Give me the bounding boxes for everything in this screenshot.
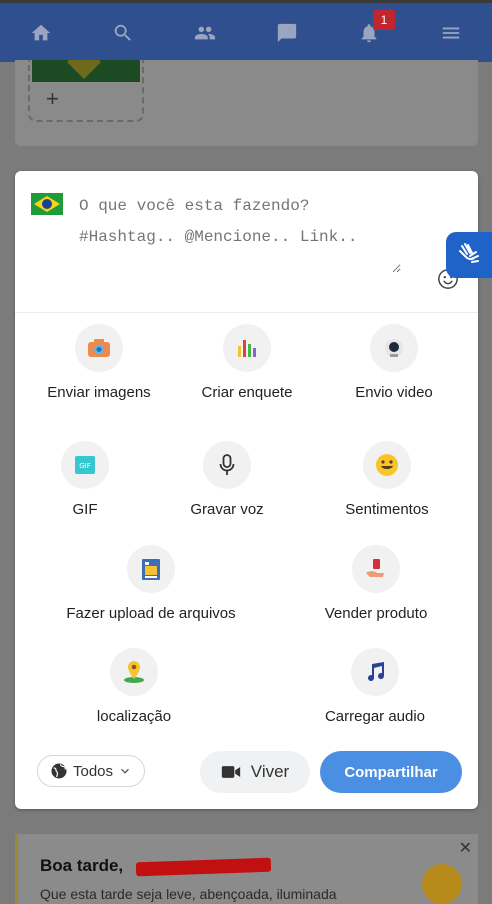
close-icon[interactable]: ✕ (459, 838, 472, 858)
option-label: Fazer upload de arquivos (66, 605, 236, 622)
globe-icon (51, 763, 67, 779)
sell-product-option[interactable]: Vender produto (292, 545, 460, 622)
option-label: Sentimentos (345, 501, 429, 518)
nav-notifications[interactable]: 1 (328, 3, 410, 62)
search-icon (114, 24, 131, 41)
camera-icon (88, 339, 110, 357)
plus-icon: + (46, 86, 59, 111)
smile-icon (376, 454, 398, 476)
option-label: GIF (72, 501, 98, 518)
brazil-flag-icon (31, 193, 63, 215)
nav-menu[interactable] (410, 3, 492, 62)
post-composer-modal: Enviar imagens Criar enquete Envio video… (15, 171, 478, 809)
audience-label: Todos (72, 762, 114, 780)
sell-product-icon (366, 559, 384, 577)
video-icon (385, 339, 403, 357)
greeting-title: Boa tarde, (40, 856, 124, 875)
redacted-name (135, 857, 272, 877)
upload-files-option[interactable]: Fazer upload de arquivos (37, 545, 265, 622)
music-icon (368, 662, 385, 682)
microphone-icon (219, 454, 235, 475)
menu-icon (442, 27, 460, 38)
nav-search[interactable] (82, 3, 164, 62)
file-icon (142, 559, 160, 580)
share-button[interactable]: Compartilhar (320, 751, 462, 793)
poll-icon (238, 340, 256, 357)
nav-home[interactable] (0, 3, 82, 62)
svg-text:GIF: GIF (79, 462, 91, 470)
option-label: localização (96, 708, 172, 725)
send-video-option[interactable]: Envio video (310, 324, 478, 401)
post-text-input[interactable] (77, 189, 401, 273)
greeting-card: Boa tarde, Que esta tarde seja leve, abe… (15, 834, 478, 904)
nav-messages[interactable] (246, 3, 328, 62)
option-label: Criar enquete (201, 384, 293, 401)
live-label: Viver (250, 762, 290, 781)
create-poll-option[interactable]: Criar enquete (163, 324, 331, 401)
gif-icon: GIF (75, 456, 95, 474)
audience-selector[interactable]: Todos (37, 755, 145, 787)
video-camera-icon (221, 766, 240, 778)
friends-icon (194, 26, 216, 39)
chevron-down-icon (121, 768, 129, 774)
location-option[interactable]: localização (59, 648, 209, 725)
sign-language-accessibility-button[interactable] (446, 232, 492, 278)
nav-friends[interactable] (164, 3, 246, 62)
divider (15, 312, 478, 313)
option-label: Gravar voz (190, 501, 264, 518)
feelings-option[interactable]: Sentimentos (317, 441, 457, 518)
option-label: Enviar imagens (47, 384, 151, 401)
option-label: Carregar audio (324, 708, 426, 725)
top-nav-bar: 1 (0, 0, 492, 62)
live-button[interactable]: Viver (200, 751, 310, 793)
record-voice-option[interactable]: Gravar voz (157, 441, 297, 518)
upload-audio-option[interactable]: Carregar audio (291, 648, 459, 725)
sun-icon (422, 864, 462, 904)
gif-option[interactable]: GIF GIF (15, 441, 155, 518)
option-label: Vender produto (324, 605, 428, 622)
sign-language-hands-icon (459, 243, 479, 263)
location-icon (124, 661, 144, 683)
story-thumbnail (32, 60, 140, 82)
messages-icon (277, 23, 297, 42)
add-story-box[interactable]: + (28, 60, 144, 122)
option-label: Envio video (355, 384, 433, 401)
notification-badge: 1 (373, 10, 395, 30)
home-icon (31, 24, 51, 40)
send-images-option[interactable]: Enviar imagens (15, 324, 183, 401)
